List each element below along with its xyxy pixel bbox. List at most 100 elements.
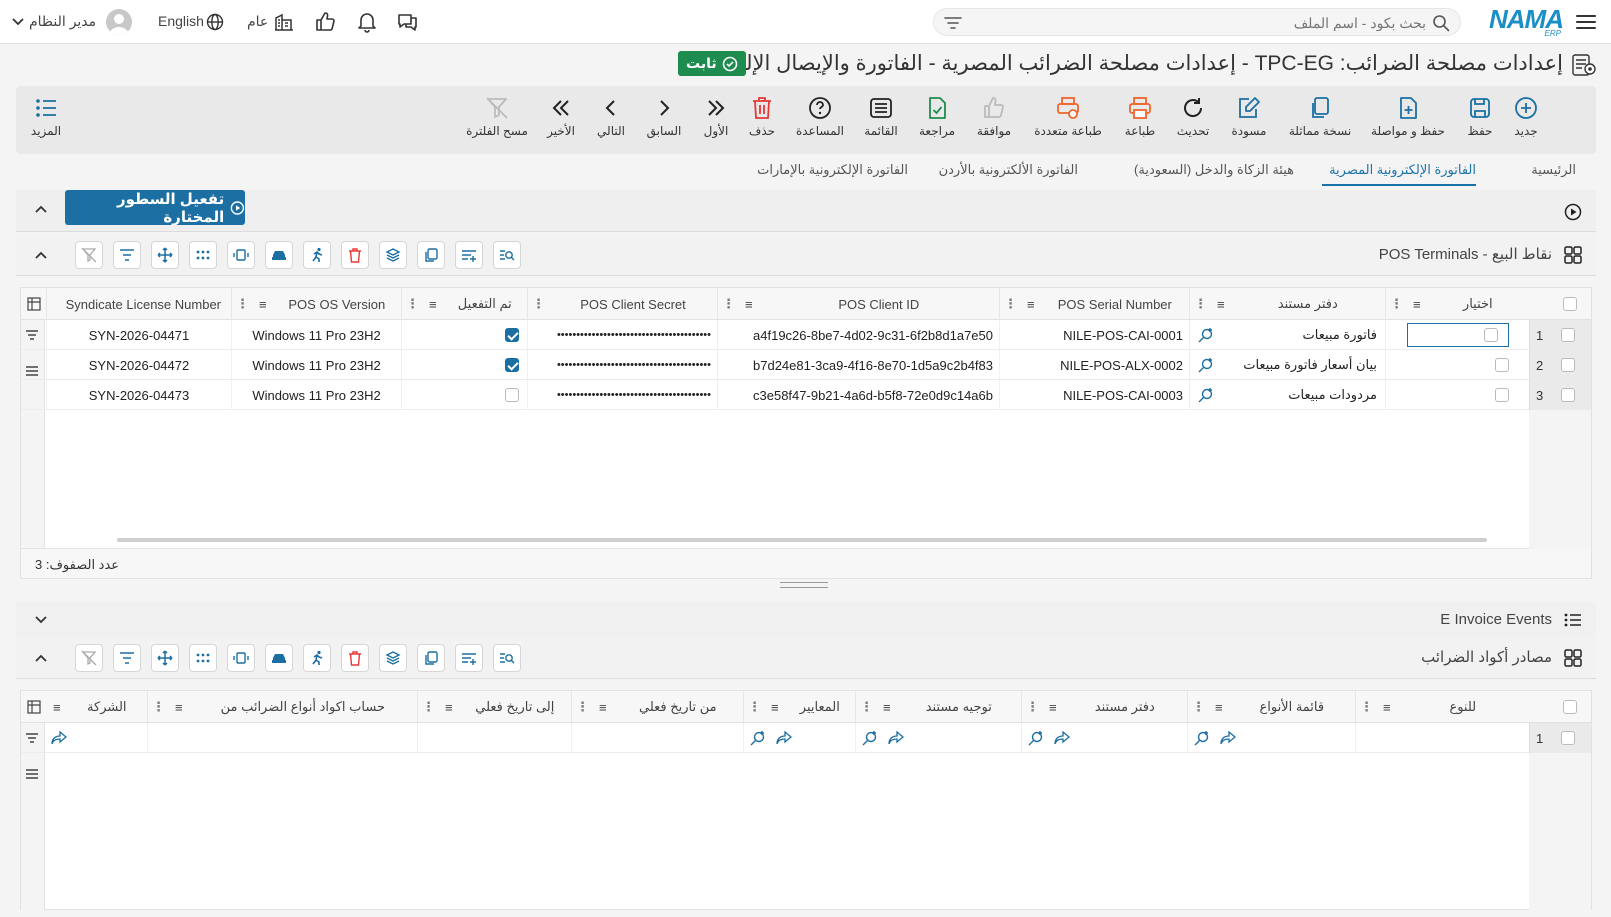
row-checkbox[interactable]: [1561, 388, 1576, 402]
search-add-icon[interactable]: [1198, 387, 1214, 403]
tab-main[interactable]: الرئيسية: [1531, 162, 1576, 178]
search-icon[interactable]: [1432, 14, 1450, 32]
header-type-list[interactable]: ⋮ ≡ قائمة الأنواع: [1187, 691, 1355, 723]
pos-client-secret-cell[interactable]: ••••••••••••••••••••••••••••••••••••••••: [527, 380, 717, 410]
chevron-up-icon[interactable]: [34, 248, 48, 262]
fit-columns-icon[interactable]: [227, 241, 255, 269]
e-invoice-events-bar[interactable]: E Invoice Events: [16, 602, 1596, 638]
activated-checkbox[interactable]: [505, 358, 519, 372]
move-icon[interactable]: [151, 644, 179, 672]
user-name[interactable]: مدير النظام: [29, 13, 96, 30]
move-icon[interactable]: [151, 241, 179, 269]
header-pos-client-secret[interactable]: ⋮ POS Client Secret: [527, 288, 717, 320]
header-pos-os-version[interactable]: ⋮ ≡ POS OS Version: [231, 288, 401, 320]
save-button[interactable]: حفظ: [1445, 94, 1515, 138]
open-link-icon[interactable]: [888, 731, 904, 745]
select-cell[interactable]: [1385, 320, 1529, 350]
tab-uae-einvoice[interactable]: الفاتورة الإلكترونية بالإمارات: [757, 162, 908, 178]
header-document-book[interactable]: ⋮ ≡ دفتر مستند: [1189, 288, 1385, 320]
pos-serial-cell[interactable]: NILE-POS-CAI-0001: [999, 320, 1189, 350]
open-link-icon[interactable]: [51, 731, 67, 745]
search-list-icon[interactable]: [493, 644, 521, 672]
menu-lines-icon[interactable]: [25, 767, 39, 781]
trash-icon[interactable]: [341, 644, 369, 672]
activated-cell[interactable]: [401, 350, 527, 380]
horizontal-scrollbar[interactable]: [117, 538, 1487, 542]
header-activated[interactable]: ⋮ ≡ تم التفعيل: [401, 288, 527, 320]
header-license-number[interactable]: Syndicate License Number: [46, 288, 231, 320]
select-all-checkbox[interactable]: [1529, 288, 1591, 320]
pos-os-version-cell[interactable]: Windows 11 Pro 23H2: [231, 380, 401, 410]
filter-icon[interactable]: [944, 15, 962, 31]
document-book-cell[interactable]: [1021, 723, 1187, 753]
add-row-icon[interactable]: [455, 644, 483, 672]
clear-filter-icon[interactable]: [75, 241, 103, 269]
open-link-icon[interactable]: [1220, 731, 1236, 745]
row-checkbox[interactable]: [1561, 328, 1576, 342]
row-checkbox[interactable]: [1561, 358, 1576, 372]
duplicate-button[interactable]: نسخة مماثلة: [1285, 94, 1355, 138]
print-button[interactable]: طباعة: [1105, 94, 1175, 138]
copy-icon[interactable]: [417, 241, 445, 269]
dots-grid-icon[interactable]: [189, 241, 217, 269]
license-number-cell[interactable]: SYN-2026-04472: [46, 350, 231, 380]
last-button[interactable]: الأخير: [526, 94, 596, 138]
pos-client-secret-cell[interactable]: ••••••••••••••••••••••••••••••••••••••••: [527, 350, 717, 380]
table-row[interactable]: 2 بيان أسعار فاتورة مبيعات NILE-POS-ALX-…: [21, 350, 1591, 380]
header-select[interactable]: ⋮ ≡ اختيار: [1385, 288, 1529, 320]
select-all-checkbox[interactable]: [1529, 691, 1591, 723]
layers-icon[interactable]: [379, 644, 407, 672]
table-row[interactable]: 1 فاتورة مبيعات NILE-POS-CAI-0001 a4f19c…: [21, 320, 1591, 350]
tab-jordan-einvoice[interactable]: الفاتورة الألكترونية بالأردن: [939, 162, 1078, 178]
search-add-icon[interactable]: [1198, 357, 1214, 373]
header-criteria[interactable]: ⋮ ≡ المعايير: [743, 691, 855, 723]
car-icon[interactable]: [265, 241, 293, 269]
pos-client-id-cell[interactable]: a4f19c26-8be7-4d02-9c31-6f2b8d1a7e50: [717, 320, 999, 350]
table-row[interactable]: 3 مردودات مبيعات NILE-POS-CAI-0003 c3e58…: [21, 380, 1591, 410]
search-add-icon[interactable]: [750, 730, 766, 746]
header-pos-serial[interactable]: ⋮ ≡ POS Serial Number: [999, 288, 1189, 320]
header-pos-client-id[interactable]: ⋮ ≡ POS Client ID: [717, 288, 999, 320]
layers-icon[interactable]: [379, 241, 407, 269]
add-row-icon[interactable]: [455, 241, 483, 269]
header-from-date[interactable]: ⋮ ≡ من تاريخ فعلي: [571, 691, 743, 723]
search-list-icon[interactable]: [493, 241, 521, 269]
pos-client-secret-cell[interactable]: ••••••••••••••••••••••••••••••••••••••••: [527, 320, 717, 350]
play-circle-icon[interactable]: [1564, 203, 1582, 221]
thumbs-up-icon[interactable]: [313, 10, 337, 34]
company-building-icon[interactable]: [274, 12, 294, 32]
car-icon[interactable]: [265, 644, 293, 672]
header-for-type[interactable]: ⋮ ≡ للنوع: [1355, 691, 1529, 723]
chevron-up-icon[interactable]: [34, 202, 48, 216]
chevron-up-icon[interactable]: [34, 651, 48, 665]
nama-logo[interactable]: NAMA ERP: [1479, 4, 1564, 38]
document-book-cell[interactable]: مردودات مبيعات: [1189, 380, 1385, 410]
license-number-cell[interactable]: SYN-2026-04471: [46, 320, 231, 350]
search-add-icon[interactable]: [1028, 730, 1044, 746]
header-to-date[interactable]: ⋮ ≡ إلى تاريخ فعلي: [417, 691, 571, 723]
trash-icon[interactable]: [341, 241, 369, 269]
table-row[interactable]: 1: [21, 723, 1591, 753]
clear-filter-icon[interactable]: [75, 644, 103, 672]
globe-icon[interactable]: [206, 13, 224, 31]
clear-filter-button[interactable]: مسح الفلترة: [462, 94, 532, 138]
pos-serial-cell[interactable]: NILE-POS-CAI-0003: [999, 380, 1189, 410]
for-type-cell[interactable]: [1355, 723, 1529, 753]
language-switch[interactable]: English: [158, 13, 204, 29]
activated-cell[interactable]: [401, 380, 527, 410]
more-button[interactable]: المزيد: [11, 94, 81, 138]
multi-print-button[interactable]: طباعة متعددة: [1033, 94, 1103, 138]
filter-icon[interactable]: [113, 241, 141, 269]
pos-os-version-cell[interactable]: Windows 11 Pro 23H2: [231, 320, 401, 350]
pos-client-id-cell[interactable]: b7d24e81-3ca9-4f16-8e70-1d5a9c2b4f83: [717, 350, 999, 380]
save-and-continue-button[interactable]: حفظ و مواصلة: [1371, 94, 1445, 138]
header-document-book[interactable]: ⋮ ≡ دفتر مستند: [1021, 691, 1187, 723]
header-company[interactable]: ≡ الشركة: [47, 691, 147, 723]
list-button[interactable]: القائمة: [846, 94, 916, 138]
activated-checkbox[interactable]: [505, 328, 519, 342]
dots-grid-icon[interactable]: [189, 644, 217, 672]
activated-checkbox[interactable]: [505, 388, 519, 402]
column-chooser-icon[interactable]: [21, 288, 47, 320]
open-link-icon[interactable]: [1054, 731, 1070, 745]
pos-os-version-cell[interactable]: Windows 11 Pro 23H2: [231, 350, 401, 380]
